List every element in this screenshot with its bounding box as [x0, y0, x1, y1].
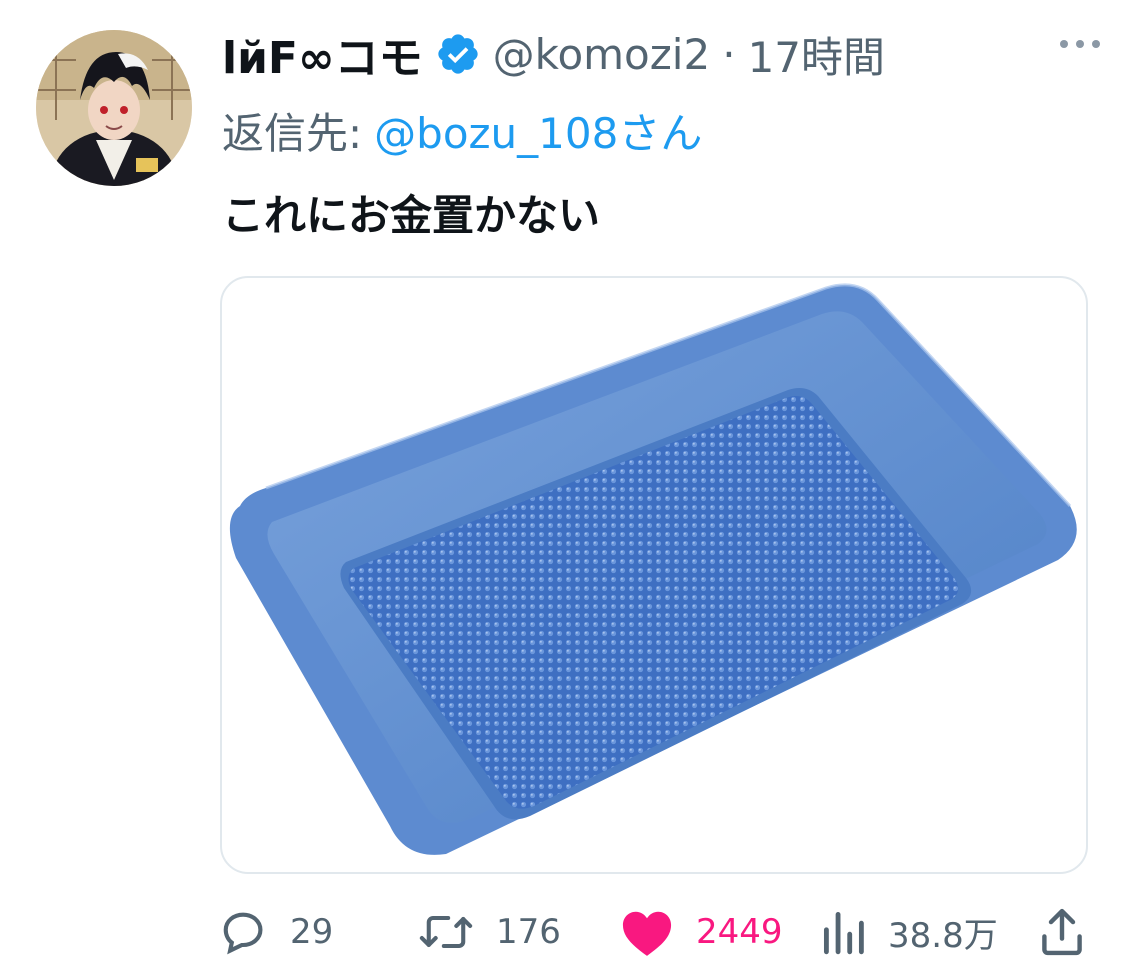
verified-badge-icon: [437, 34, 478, 74]
share-icon[interactable]: [1040, 907, 1084, 957]
more-icon[interactable]: [1056, 34, 1104, 54]
reply-context: 返信先: @bozu_108さん: [222, 100, 702, 160]
avatar-image: [36, 30, 192, 186]
reply-action[interactable]: 29: [216, 904, 333, 960]
views-action[interactable]: 38.8万: [822, 904, 998, 960]
share-action[interactable]: [1040, 904, 1084, 960]
tweet-text: これにお金置かない: [222, 191, 601, 240]
action-bar: 29 176 2449 38.8万: [216, 904, 1094, 960]
reply-icon[interactable]: [216, 906, 268, 958]
tweet-header: lйF∞コモ @komozi2 · 17時間: [222, 22, 1094, 86]
retweet-action[interactable]: 176: [418, 904, 561, 960]
timestamp[interactable]: 17時間: [748, 24, 885, 85]
retweet-count: 176: [496, 912, 561, 952]
reply-prefix: 返信先:: [222, 108, 363, 158]
handle[interactable]: @komozi2: [493, 30, 711, 79]
tray-photo: [229, 283, 1077, 855]
like-action[interactable]: 2449: [620, 904, 783, 960]
separator-dot: ·: [722, 29, 736, 79]
retweet-icon[interactable]: [418, 906, 474, 958]
reply-target-link[interactable]: @bozu_108さん: [374, 100, 702, 161]
heart-icon[interactable]: [620, 907, 674, 957]
views-count: 38.8万: [888, 915, 998, 956]
like-count: 2449: [696, 912, 783, 952]
reply-count: 29: [290, 912, 334, 952]
views-icon[interactable]: [822, 907, 866, 957]
avatar[interactable]: [36, 30, 192, 186]
tweet-media[interactable]: [220, 276, 1088, 874]
display-name[interactable]: lйF∞コモ: [222, 22, 423, 86]
